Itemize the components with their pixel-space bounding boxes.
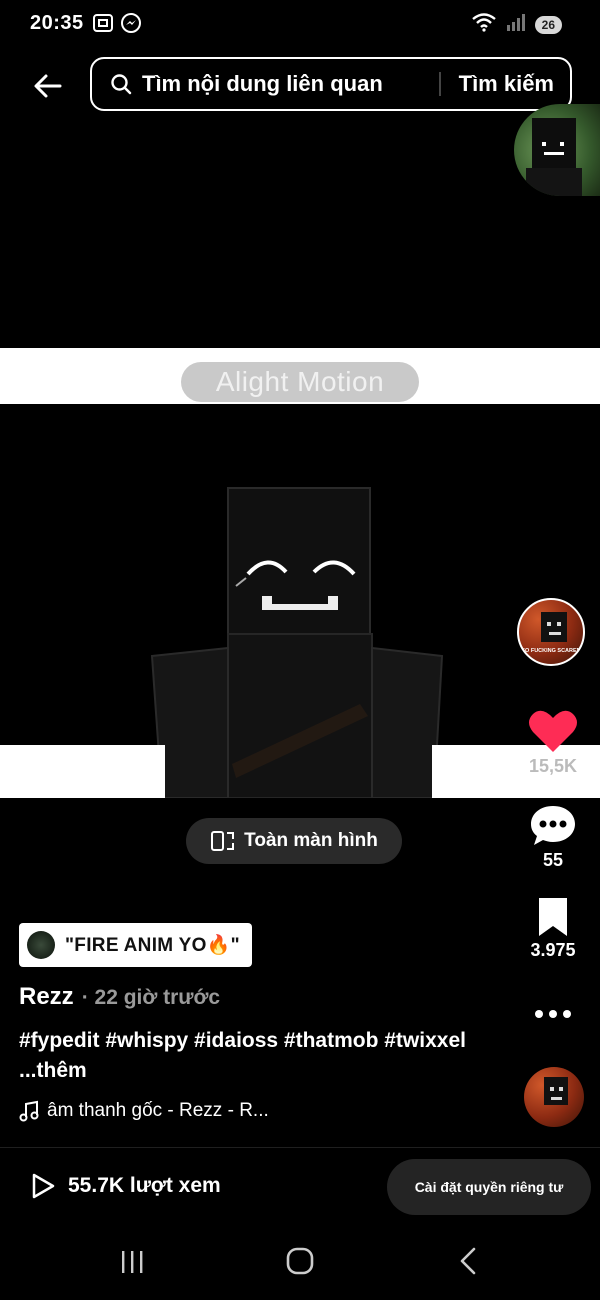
screenshot-icon [92, 12, 114, 39]
music-note-icon [19, 1100, 39, 1122]
sticker-avatar [27, 931, 55, 959]
avatar-badge-text: SO FUCKING SCARED [521, 648, 580, 654]
messenger-icon [120, 12, 142, 39]
creator-avatar[interactable]: SO FUCKING SCARED [517, 598, 585, 666]
comment-button[interactable]: 55 [523, 802, 583, 871]
author-line: Rezz · 22 giờ trước [19, 983, 220, 1011]
sticker-label[interactable]: "FIRE ANIM YO🔥" [19, 923, 252, 967]
like-count: 15,5K [528, 756, 578, 776]
bookmark-icon [539, 898, 567, 936]
music-disc[interactable] [524, 1067, 584, 1127]
wifi-icon [471, 12, 497, 37]
comment-count: 55 [542, 850, 564, 870]
bookmark-button[interactable]: 3.975 [523, 896, 583, 961]
floating-creator-avatar[interactable] [514, 104, 600, 196]
battery-icon: 26 [534, 15, 562, 34]
home-icon [286, 1247, 314, 1275]
see-more-link[interactable]: ...thêm [19, 1059, 87, 1082]
status-icons-right: 26 [471, 12, 562, 37]
search-button[interactable]: Tìm kiếm [459, 71, 554, 97]
video-player[interactable] [0, 404, 600, 798]
author-name[interactable]: Rezz [19, 983, 74, 1011]
views-label: 55.7K lượt xem [68, 1174, 221, 1197]
arrow-left-icon [34, 74, 62, 98]
footer-divider [0, 1147, 600, 1148]
heart-icon [529, 710, 577, 752]
privacy-settings-button[interactable]: Cài đặt quyền riêng tư [387, 1159, 591, 1215]
like-button[interactable]: 15,5K [523, 708, 583, 777]
search-divider [438, 72, 441, 96]
fullscreen-button[interactable]: Toàn màn hình [186, 818, 402, 864]
search-icon [110, 73, 132, 95]
search-bar[interactable]: Tìm nội dung liên quan Tìm kiếm [90, 57, 572, 111]
bookmark-count: 3.975 [530, 940, 576, 960]
comment-icon [531, 806, 575, 845]
more-options-button[interactable] [523, 1004, 583, 1024]
posted-time: · 22 giờ trước [81, 986, 221, 1009]
more-icon [535, 1010, 571, 1018]
fullscreen-label: Toàn màn hình [244, 830, 378, 851]
sound-name: âm thanh gốc - Rezz - R... [47, 1100, 269, 1121]
status-icons-left [92, 12, 142, 39]
nav-recents-button[interactable] [118, 1248, 146, 1281]
chevron-left-icon [460, 1247, 476, 1275]
nav-back-button[interactable] [456, 1246, 480, 1281]
status-time: 20:35 [30, 12, 84, 34]
nav-home-button[interactable] [285, 1246, 315, 1281]
back-button[interactable] [28, 66, 68, 106]
view-count[interactable]: 55.7K lượt xem [30, 1172, 221, 1200]
video-bottom-band-left [0, 745, 165, 798]
watermark: Alight Motion [181, 362, 419, 402]
video-character [150, 487, 444, 798]
fullscreen-icon [211, 831, 235, 851]
caption-text[interactable]: #fypedit #whispy #idaioss #thatmob #twix… [19, 1026, 479, 1086]
search-input[interactable]: Tìm nội dung liên quan [142, 71, 439, 97]
play-icon [32, 1173, 55, 1199]
hashtags[interactable]: #fypedit #whispy #idaioss #thatmob #twix… [19, 1029, 466, 1052]
sound-link[interactable]: âm thanh gốc - Rezz - R... [19, 1100, 269, 1122]
recents-icon [122, 1251, 143, 1273]
sticker-text: "FIRE ANIM YO🔥" [65, 935, 240, 956]
signal-icon [505, 12, 527, 37]
